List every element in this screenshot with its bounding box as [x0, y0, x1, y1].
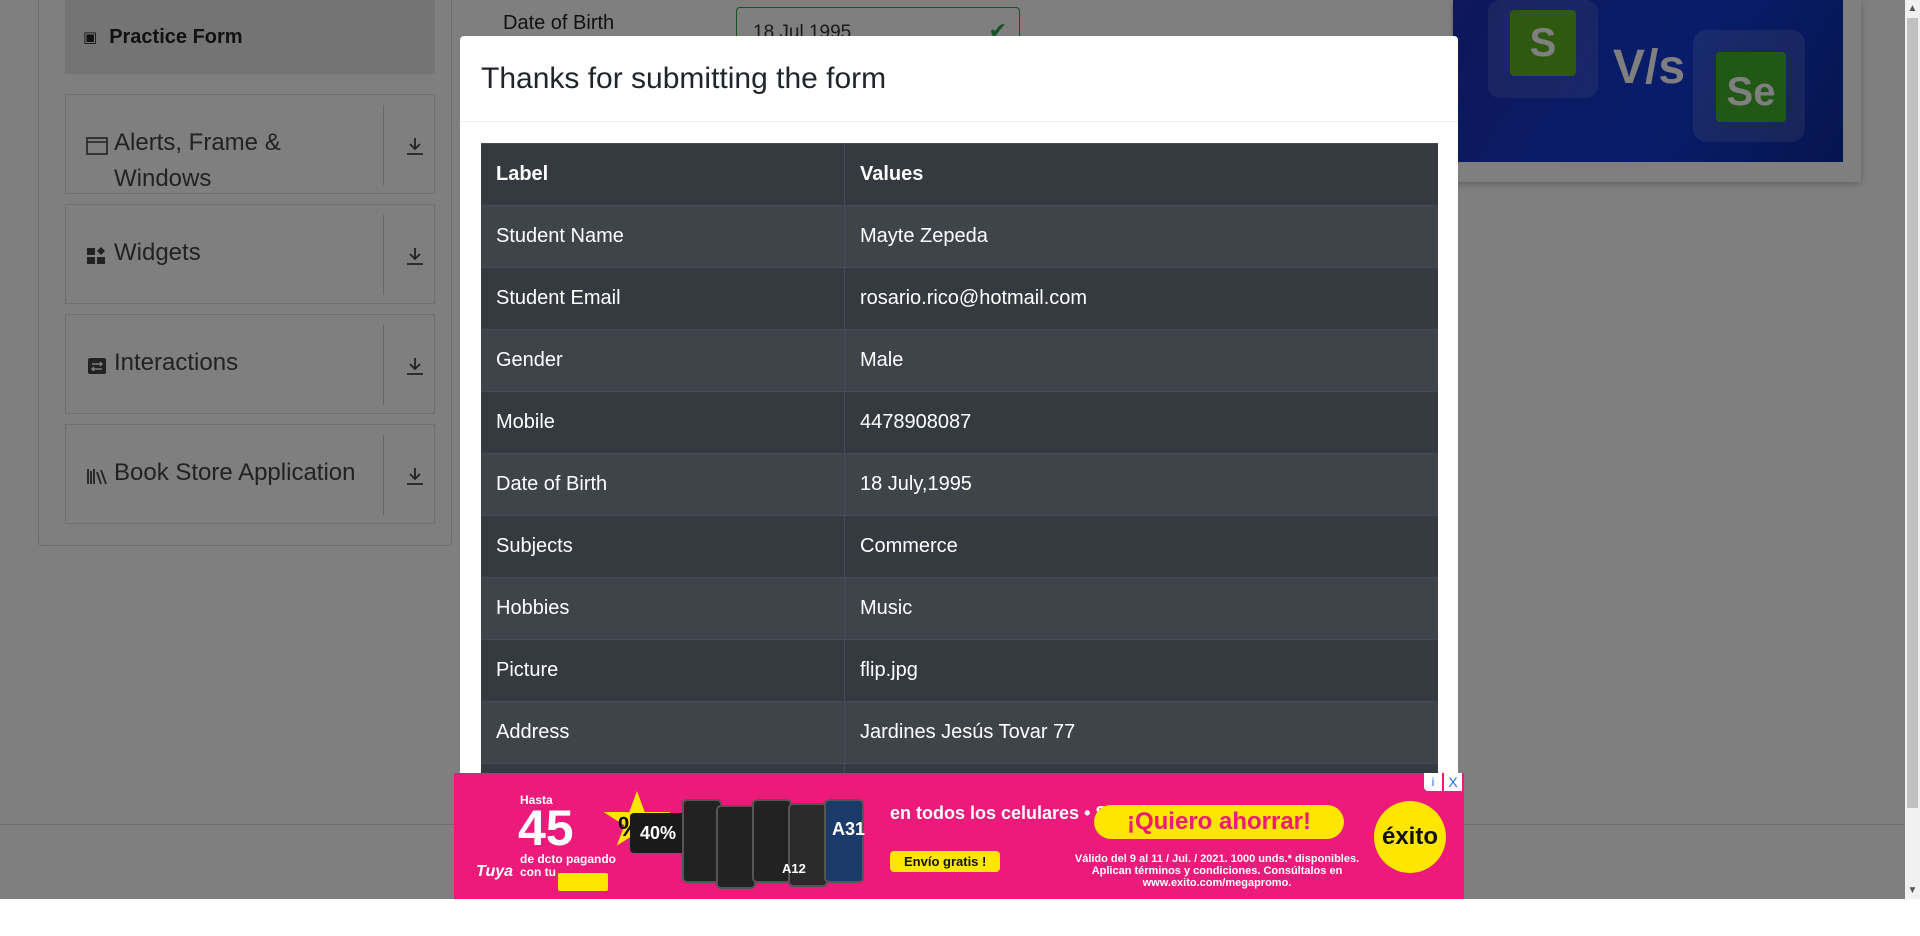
row-value: 4478908087 — [844, 391, 1438, 454]
exito-logo: éxito — [1374, 801, 1446, 873]
row-label: Subjects — [481, 515, 845, 578]
table-row: Mobile 4478908087 — [481, 391, 1438, 454]
ad-legal-text: Válido del 9 al 11 / Jul. / 2021. 1000 u… — [1074, 853, 1360, 889]
phone-icon — [716, 805, 756, 889]
row-value: Music — [844, 577, 1438, 640]
table-row: Picture flip.jpg — [481, 639, 1438, 702]
column-header-values: Values — [844, 143, 1438, 206]
ad-extra-discount: 40% — [630, 813, 686, 853]
ad-envio-badge: Envío gratis ! — [890, 851, 1001, 872]
column-header-label: Label — [481, 143, 845, 206]
row-value: Mayte Zepeda — [844, 205, 1438, 268]
row-label: Date of Birth — [481, 453, 845, 516]
table-row: Gender Male — [481, 329, 1438, 392]
table-row: Student Name Mayte Zepeda — [481, 205, 1438, 268]
row-value: rosario.rico@hotmail.com — [844, 267, 1438, 330]
row-value: Jardines Jesús Tovar 77 — [844, 701, 1438, 764]
row-label: Address — [481, 701, 845, 764]
row-label: Gender — [481, 329, 845, 392]
row-value: flip.jpg — [844, 639, 1438, 702]
phone-icon — [824, 799, 864, 883]
row-value: Commerce — [844, 515, 1438, 578]
ad-cta-button[interactable]: ¡Quiero ahorrar! — [1094, 805, 1344, 839]
table-row: Student Email rosario.rico@hotmail.com — [481, 267, 1438, 330]
ad-percent: 45 — [518, 800, 574, 856]
page-scrollbar[interactable]: ▲ ▼ — [1905, 0, 1920, 899]
ad-model-a31: A31 — [832, 819, 866, 839]
row-label: Picture — [481, 639, 845, 702]
table-row: Date of Birth 18 July,1995 — [481, 453, 1438, 516]
scroll-down-icon[interactable]: ▼ — [1905, 882, 1920, 899]
modal-header: Thanks for submitting the form — [460, 36, 1458, 122]
row-label: Student Email — [481, 267, 845, 330]
table-row: Address Jardines Jesús Tovar 77 — [481, 701, 1438, 764]
table-header-row: Label Values — [481, 143, 1438, 206]
modal-title: Thanks for submitting the form — [481, 61, 887, 95]
row-label: Mobile — [481, 391, 845, 454]
table-row: Hobbies Music — [481, 577, 1438, 640]
ad-model-a12: A12 — [782, 861, 806, 876]
ad-brand-tuya: Tuya — [476, 863, 514, 880]
row-value: 18 July,1995 — [844, 453, 1438, 516]
results-table: Label Values Student Name Mayte Zepeda S… — [481, 143, 1438, 825]
row-label: Student Name — [481, 205, 845, 268]
scrollbar-thumb[interactable] — [1907, 18, 1918, 808]
ad-phones-image: A12 A31 — [682, 799, 878, 889]
advertisement-banner[interactable]: i X Tuya Hasta 45 % 40% de dcto pagando … — [454, 773, 1464, 899]
card-icon — [558, 873, 608, 891]
row-value: Male — [844, 329, 1438, 392]
ad-info-icon[interactable]: i — [1424, 773, 1442, 791]
row-label: Hobbies — [481, 577, 845, 640]
ad-close-button[interactable]: X — [1444, 773, 1462, 791]
scroll-up-icon[interactable]: ▲ — [1905, 0, 1920, 17]
table-row: Subjects Commerce — [481, 515, 1438, 578]
